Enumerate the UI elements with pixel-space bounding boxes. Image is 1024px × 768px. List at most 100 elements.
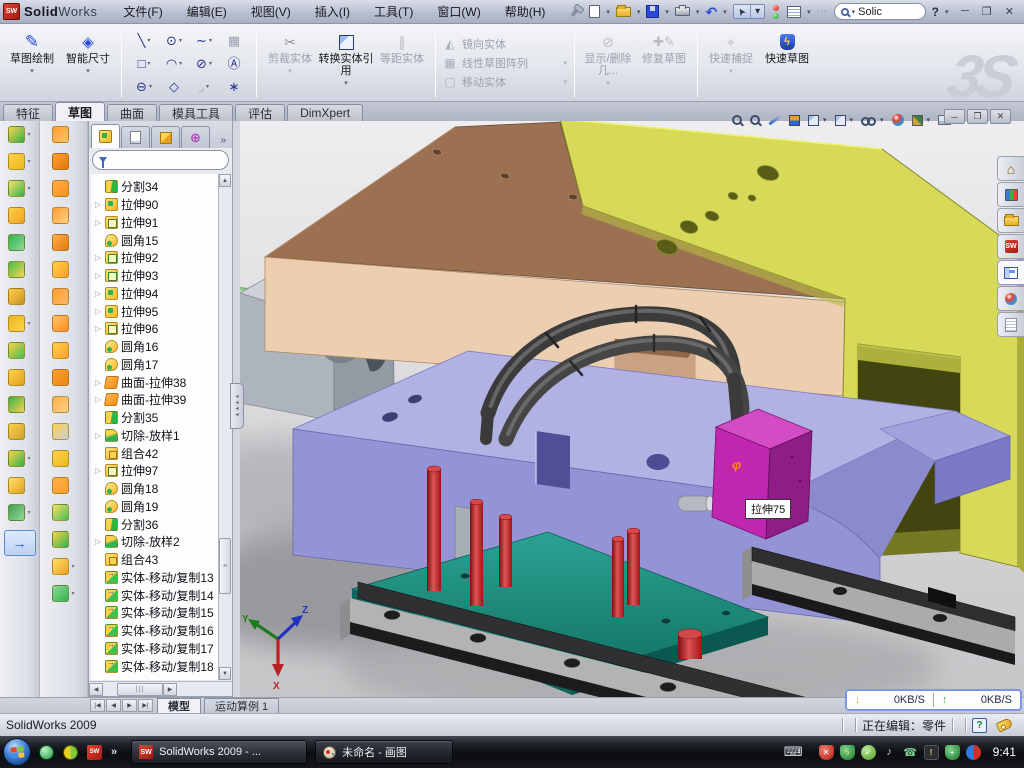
silver-pin-part[interactable] [678, 496, 714, 511]
close-button[interactable]: ✕ [1005, 5, 1014, 18]
tab-evaluate[interactable]: 评估 [235, 104, 285, 121]
feature-tree-item[interactable]: ▷ 拉伸94 [91, 285, 218, 303]
surface-tool-button[interactable]: ▾ [40, 580, 87, 607]
tray-security-alert-icon[interactable]: ✕ [819, 745, 834, 760]
feature-tree-item[interactable]: ▷ 圆角15 [91, 231, 218, 249]
file-explorer-tab[interactable]: SW [997, 234, 1024, 259]
expand-arrow-icon[interactable]: ▷ [94, 378, 102, 387]
smart-dimension-button[interactable]: ◈ 智能尺寸▾ [60, 27, 116, 99]
expand-arrow-icon[interactable]: ▷ [94, 200, 102, 209]
point-tool[interactable]: ∗ [219, 75, 249, 98]
feature-tree-item[interactable]: ▷ 实体-移动/复制16 [91, 622, 218, 640]
feature-tool-button[interactable]: ▾ [0, 499, 39, 526]
rapid-sketch-button[interactable]: ϟ 快速草图 [759, 27, 815, 99]
tab-next-button[interactable]: ▶ [122, 699, 137, 712]
open-icon[interactable] [616, 7, 631, 17]
doc-restore-button[interactable]: ❐ [967, 109, 988, 124]
feature-tree-item[interactable]: ▷ 实体-移动/复制14 [91, 586, 218, 604]
surface-tool-button[interactable]: ▾ [40, 283, 87, 310]
toolbar-overflow-icon[interactable]: ⋯ [817, 6, 828, 17]
zoom-area-icon[interactable] [750, 115, 760, 125]
tray-shield-icon[interactable]: + [945, 745, 960, 760]
surface-tool-button[interactable]: ▾ [40, 499, 87, 526]
feature-tree-item[interactable]: ▷ 拉伸90 [91, 196, 218, 214]
design-library-tab[interactable] [997, 208, 1024, 233]
feature-tool-button[interactable]: ▾ [0, 337, 39, 364]
scroll-up-button[interactable]: ▲ [219, 174, 231, 187]
feature-tree-item[interactable]: ▷ 切除-放样1 [91, 427, 218, 445]
feature-tree-item[interactable]: ▷ 圆角16 [91, 338, 218, 356]
selection-box-tool[interactable]: ▦ [219, 29, 249, 52]
dynamic-view-icon[interactable] [768, 115, 780, 125]
tab-first-button[interactable]: |◀ [90, 699, 105, 712]
feature-manager-tab[interactable] [91, 124, 120, 148]
feature-tree-item[interactable]: ▷ 拉伸93 [91, 267, 218, 285]
expand-arrow-icon[interactable]: ▷ [94, 324, 102, 333]
rebuild-traffic-light-icon[interactable] [773, 5, 779, 19]
feature-tool-button[interactable]: ▾ [0, 256, 39, 283]
slot-tool[interactable]: ⊖▾ [129, 75, 159, 98]
surface-tool-button[interactable]: ▾ [40, 445, 87, 472]
feature-tree-item[interactable]: ▷ 实体-移动/复制13 [91, 569, 218, 587]
expand-arrow-icon[interactable]: ▷ [94, 218, 102, 227]
panel-overflow-chevron[interactable]: » [220, 135, 230, 148]
expand-arrow-icon[interactable]: ▷ [94, 253, 102, 262]
tray-antivirus-icon[interactable]: ϟ [840, 745, 855, 760]
text-tool[interactable]: Ⓐ [219, 52, 249, 75]
surface-tool-button[interactable]: ▾ [40, 121, 87, 148]
sketch-button[interactable]: ✎ 草图绘制▾ [4, 27, 60, 99]
feature-tree-item[interactable]: ▷ 拉伸91 [91, 214, 218, 232]
property-manager-tab[interactable] [121, 126, 150, 148]
feature-tree-item[interactable]: ▷ 组合42 [91, 444, 218, 462]
surface-tool-button[interactable]: ▾ [40, 418, 87, 445]
convert-entities-button[interactable]: 转换实体引用▾ [318, 27, 374, 99]
expand-arrow-icon[interactable]: ▷ [94, 271, 102, 280]
resources-home-tab[interactable]: ⌂ [997, 156, 1024, 181]
menu-tools[interactable]: 工具(T) [374, 3, 413, 20]
surface-tool-button[interactable]: ▾ [40, 526, 87, 553]
view-palette-tab[interactable] [997, 260, 1024, 285]
feature-tree-item[interactable]: ▷ 曲面-拉伸39 [91, 391, 218, 409]
feature-tree-item[interactable]: ▷ 拉伸97 [91, 462, 218, 480]
taskbar-window-solidworks[interactable]: SW SolidWorks 2009 - ... [131, 740, 307, 764]
active-tool-button[interactable]: → [4, 530, 36, 556]
quicklaunch-messenger-icon[interactable] [39, 745, 54, 760]
feature-tree-item[interactable]: ▷ 实体-移动/复制17 [91, 640, 218, 658]
rectangle-tool[interactable]: □▾ [129, 52, 159, 75]
magenta-block-part[interactable] [712, 409, 812, 539]
feature-tool-button[interactable]: ▾ [0, 283, 39, 310]
mirror-entities-button[interactable]: ◭镜向实体 [443, 36, 567, 52]
trim-entities-button[interactable]: ✂ 剪裁实体▾ [262, 27, 318, 99]
tree-filter-box[interactable] [92, 150, 229, 170]
hide-show-items-icon[interactable] [861, 117, 876, 124]
repair-sketch-button[interactable]: ✚✎ 修复草图 [636, 27, 692, 99]
expand-arrow-icon[interactable]: ▷ [94, 466, 102, 475]
feature-tree-item[interactable]: ▷ 实体-移动/复制15 [91, 604, 218, 622]
tag-icon[interactable] [996, 717, 1014, 732]
feature-tree-item[interactable]: ▷ 分割34 [91, 178, 218, 196]
expand-arrow-icon[interactable]: ▷ [94, 307, 102, 316]
feature-tool-button[interactable]: ▾ [0, 310, 39, 337]
expand-arrow-icon[interactable]: ▷ [94, 289, 102, 298]
feature-tree-item[interactable]: ▷ 实体-移动/复制18 [91, 657, 218, 675]
view-orientation-icon[interactable] [808, 115, 819, 126]
feature-tool-button[interactable]: ▾ [0, 391, 39, 418]
surface-tool-button[interactable]: ▾ [40, 337, 87, 364]
pin-icon[interactable] [571, 6, 580, 16]
line-tool[interactable]: ╲▾ [129, 29, 159, 52]
surface-tool-button[interactable]: ▾ [40, 310, 87, 337]
surface-tool-button[interactable]: ▾ [40, 553, 87, 580]
surface-tool-button[interactable]: ▾ [40, 256, 87, 283]
scroll-right-button[interactable]: ▶ [163, 683, 177, 696]
ellipse-tool[interactable]: ⊘▾ [189, 52, 219, 75]
feature-tree-item[interactable]: ▷ 圆角17 [91, 356, 218, 374]
surface-tool-button[interactable]: ▾ [40, 472, 87, 499]
feature-tree-item[interactable]: ▷ 组合43 [91, 551, 218, 569]
taskbar-window-paint[interactable]: 未命名 - 画图 [315, 740, 453, 764]
tab-last-button[interactable]: ▶| [138, 699, 153, 712]
tab-prev-button[interactable]: ◀ [106, 699, 121, 712]
feature-tool-button[interactable]: ▾ [0, 202, 39, 229]
expand-arrow-icon[interactable]: ▷ [94, 395, 102, 404]
print-icon[interactable] [675, 7, 690, 16]
feature-tree-item[interactable]: ▷ 拉伸95 [91, 302, 218, 320]
